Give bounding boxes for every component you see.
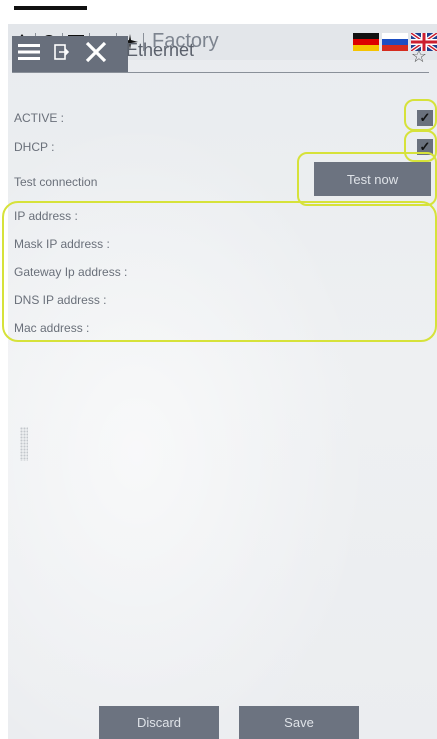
test-connection-label: Test connection [14, 175, 98, 189]
star-icon[interactable]: ☆ [411, 46, 427, 67]
discard-button[interactable]: Discard [99, 706, 219, 739]
header-divider [12, 72, 429, 73]
save-button[interactable]: Save [239, 706, 359, 739]
side-drag-handle[interactable] [20, 427, 28, 461]
address-group-highlight [2, 201, 437, 342]
close-icon[interactable] [84, 40, 108, 69]
test-button-highlight [297, 152, 437, 206]
header-toolbar [12, 36, 128, 72]
export-icon[interactable] [54, 43, 70, 65]
dhcp-label: DHCP : [14, 140, 55, 154]
app-screen: Factory [8, 24, 437, 739]
active-label: ACTIVE : [14, 111, 65, 125]
page-header: Ethernet ☆ [12, 36, 429, 72]
page-title: Ethernet [126, 40, 195, 60]
active-highlight [404, 99, 437, 131]
status-bar-indicator [14, 6, 87, 10]
menu-icon[interactable] [18, 43, 40, 66]
